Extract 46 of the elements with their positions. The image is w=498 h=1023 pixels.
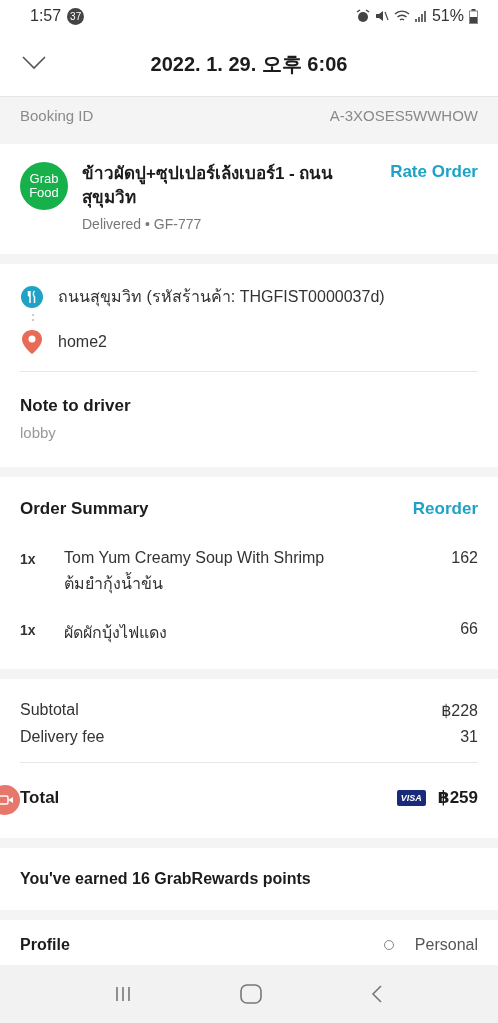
recent-apps-icon[interactable]: [114, 985, 132, 1003]
signal-icon: [414, 9, 427, 23]
visa-card-badge: VISA: [396, 789, 426, 806]
note-text: lobby: [20, 424, 57, 441]
reorder-link[interactable]: Reorder: [412, 499, 478, 519]
wifi-icon: [393, 9, 410, 23]
item-price: 66: [460, 620, 478, 639]
charge-label: Delivery fee: [20, 728, 105, 746]
status-time: 1:57: [30, 7, 62, 25]
restaurant-name: ข้าวผัดปู+ซุปเปอร์เล้งเบอร์1 - ถนนสุขุมวิท: [82, 162, 335, 210]
route-stop: ถนนสุขุมวิท (รหัสร้านค้า: THGFIST0000037d): [58, 287, 385, 309]
video-camera-icon: [0, 794, 14, 806]
home-icon[interactable]: [240, 984, 262, 1004]
battery-icon: [469, 8, 478, 24]
order-status: Delivered • GF-777: [82, 216, 203, 232]
rate-order-link[interactable]: Rate Order: [390, 162, 478, 182]
item-quantity: 1x: [20, 621, 37, 640]
route-stop: home2: [58, 333, 107, 351]
circle-icon: [382, 939, 395, 951]
booking-id-value: A-3XOSES5WWHOW: [329, 107, 478, 124]
page-title: 2022. 1. 29. 오후 6:06: [149, 51, 349, 77]
profile-label: Profile: [20, 936, 71, 954]
fork-knife-icon: [20, 284, 44, 309]
order-summary-title: Order Summary: [20, 499, 149, 519]
profile-value: Personal: [414, 936, 478, 954]
notification-badge: 37: [67, 7, 85, 25]
mute-icon: [374, 9, 389, 23]
item-name: ผัดผักบุ้งไฟแดง: [64, 623, 168, 645]
alarm-icon: [355, 9, 370, 23]
collapse-chevron-icon[interactable]: [22, 56, 46, 70]
battery-percent: 51%: [431, 7, 464, 25]
charge-label: Subtotal: [20, 701, 79, 720]
back-icon[interactable]: [370, 984, 384, 1004]
charge-amount: ฿228: [441, 701, 478, 720]
booking-id-label: Booking ID: [20, 107, 94, 124]
rewards-message: You've earned 16 GrabRewards points: [20, 869, 312, 889]
location-pin-icon: [20, 329, 44, 355]
item-quantity: 1x: [20, 550, 37, 569]
grabfood-logo: Grab Food: [20, 162, 68, 210]
item-name: ต้มยำกุ้งน้ำข้น: [64, 571, 452, 596]
total-amount: ฿259: [437, 787, 478, 808]
note-label: Note to driver: [20, 396, 132, 416]
item-price: 162: [451, 549, 478, 568]
charge-amount: 31: [460, 728, 478, 746]
item-name: Tom Yum Creamy Soup With Shrimp: [64, 549, 326, 567]
total-label: Total: [20, 787, 61, 808]
